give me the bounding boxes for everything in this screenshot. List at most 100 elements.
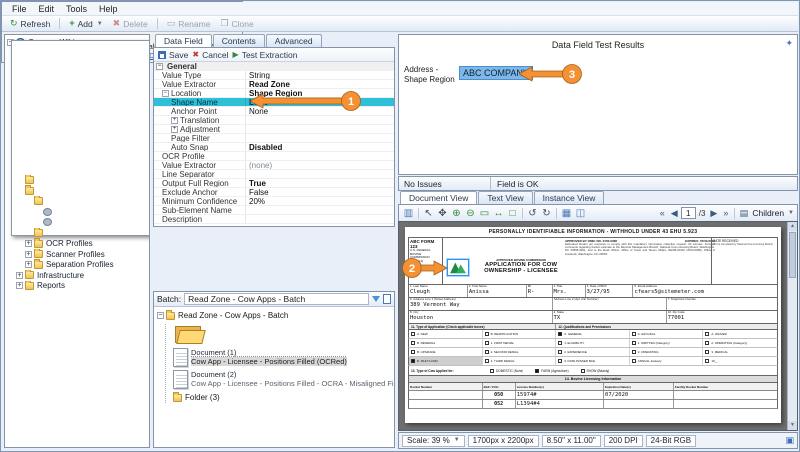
delete-button[interactable]: ✖Delete [109,18,152,30]
rotate-left-icon[interactable]: ↺ [526,206,539,221]
menu-edit[interactable]: Edit [33,3,61,15]
doc-title-2: OWNERSHIP - LICENSEE [473,268,569,274]
tree-expander-icon[interactable]: + [25,261,32,268]
document-page[interactable]: PERSONALLY IDENTIFIABLE INFORMATION - WI… [405,227,781,423]
batch-panel: Batch: Read Zone - Cow Apps - Batch −Rea… [153,291,395,448]
tree-expander-icon[interactable]: + [16,282,23,289]
form-field-7-telephone-number: 7. Telephone Number [667,298,777,310]
new-document-icon[interactable] [383,294,391,304]
tree-expander-icon[interactable]: + [25,251,32,258]
layout-panels-icon[interactable]: ▥ [402,206,415,221]
property-category-general[interactable]: −General [154,62,394,71]
split-view-icon[interactable]: ◫ [574,206,587,221]
tree-node-reports[interactable]: +Reports [5,281,149,292]
batch-selector[interactable]: Read Zone - Cow Apps - Batch [184,293,369,305]
property-row-translation[interactable]: +Translation [154,116,394,125]
vertical-scrollbar[interactable]: ▲ ▼ [787,222,797,430]
save-button[interactable]: Save [158,50,188,60]
batch-root-node[interactable]: −Read Zone - Cow Apps - Batch [157,310,394,321]
batch-expander-icon[interactable]: − [157,312,164,319]
fit-width-icon[interactable]: ↔ [492,206,505,221]
document-thumbnail-icon[interactable] [173,370,188,389]
zoom-in-icon[interactable]: ⊕ [450,206,463,221]
zoom-out-icon[interactable]: ⊖ [464,206,477,221]
property-row-line-separator[interactable]: Line Separator [154,170,394,179]
property-row-value-extractor[interactable]: Value Extractor(none) [154,161,394,170]
editor-tab-advanced[interactable]: Advanced [266,34,322,47]
checkbox-d-multi-com: D. MULTI-COM [409,357,483,365]
form-field-mi: MIR- [527,285,553,297]
folder-icon [34,250,43,258]
scroll-up-icon[interactable]: ▲ [788,222,797,231]
add-button[interactable]: +Add▼ [65,18,106,30]
property-expander-icon[interactable]: + [171,117,178,124]
property-expander-icon[interactable]: − [162,90,169,97]
batch-node-folder-3[interactable]: Folder (3) [173,392,394,403]
company-logo[interactable] [447,259,469,276]
callout-1: 1 [250,90,362,112]
thumbnails-icon[interactable]: ▦ [560,206,573,221]
document-viewer[interactable]: PERSONALLY IDENTIFIABLE INFORMATION - WI… [398,221,798,431]
batch-node-document-1[interactable]: Document (1)Cow App - Licensee - Positio… [173,348,394,367]
property-row-minimum-confidence[interactable]: Minimum Confidence20% [154,197,394,206]
property-row-sub-element-name[interactable]: Sub-Element Name [154,206,394,215]
property-row-value-extractor[interactable]: Value ExtractorRead Zone [154,80,394,89]
viewer-tab-text-view[interactable]: Text View [478,191,532,204]
scrollbar-thumb[interactable] [789,232,796,278]
property-row-auto-snap[interactable]: Auto SnapDisabled [154,143,394,152]
viewer-tab-instance-view[interactable]: Instance View [534,191,605,204]
test-results-panel: Data Field Test Results Address - Shape … [398,34,798,175]
last-page-icon[interactable]: » [720,208,731,218]
property-row-page-filter[interactable]: Page Filter [154,134,394,143]
tree-node-cow-application[interactable]: +Cow Application [5,164,149,175]
tree-expander-icon[interactable]: + [16,272,23,279]
property-row-exclude-anchor[interactable]: Exclude AnchorFalse [154,188,394,197]
menu-tools[interactable]: Tools [60,3,93,15]
property-row-description[interactable]: Description [154,215,394,224]
property-expander-icon[interactable]: + [171,126,178,133]
clone-button[interactable]: ❐Clone [216,18,257,30]
grid-icon[interactable]: ▣ [785,435,794,446]
previous-page-icon[interactable]: ◀ [669,208,680,219]
test-extraction-button[interactable]: ▶Test Extraction [233,50,298,60]
property-row-output-full-region[interactable]: Output Full RegionTrue [154,179,394,188]
next-page-icon[interactable]: ▶ [708,208,719,219]
refresh-button[interactable]: ↻Refresh [6,18,54,30]
tree-node-separation-profiles[interactable]: +Separation Profiles [5,259,149,270]
tree-node-scanner-profiles[interactable]: +Scanner Profiles [5,249,149,260]
zoom-level-cell[interactable]: Scale: 39 %▼ [402,435,465,447]
children-view-icon[interactable]: ▤ [738,208,749,219]
editor-tab-contents[interactable]: Contents [213,34,265,47]
first-page-icon[interactable]: « [657,208,668,218]
document-thumbnail-icon[interactable] [173,348,188,367]
pan-icon[interactable]: ✥ [436,206,449,221]
cancel-button[interactable]: ✖Cancel [192,50,228,60]
select-arrow-icon[interactable]: ↖ [422,206,435,221]
page-number-input[interactable]: 1 [681,207,696,219]
zoom-select-icon[interactable]: ▭ [478,206,491,221]
rotate-right-icon[interactable]: ↻ [540,206,553,221]
viewer-tab-document-view[interactable]: Document View [400,191,477,204]
editor-tab-data-field[interactable]: Data Field [155,34,212,47]
property-row-adjustment[interactable]: +Adjustment [154,125,394,134]
tree-node-ocr-profiles[interactable]: +OCR Profiles [5,238,149,249]
menu-help[interactable]: Help [93,3,124,15]
batch-node-document-2[interactable]: Document (2)Cow App - Licensee - Positio… [173,370,394,389]
tree-node-infrastructure[interactable]: +Infrastructure [5,270,149,281]
menu-file[interactable]: File [6,3,33,15]
open-folder-icon[interactable] [175,324,203,344]
grooper-window: FileEditToolsHelp ↻Refresh +Add▼ ✖Delete… [0,0,800,452]
license-col-expiration-date-s: Expiration Date(s) [604,383,674,390]
panel-menu-icon[interactable]: ✦ [785,38,793,49]
tree-expander-icon[interactable]: + [25,240,32,247]
form-field-4-date-of-birth: 4. Date of Birth3/27/95 [586,285,634,297]
category-expander-icon[interactable]: − [156,63,163,70]
scroll-down-icon[interactable]: ▼ [788,421,797,430]
chevron-down-icon[interactable]: ▼ [788,210,794,216]
property-row-ocr-profile[interactable]: OCR Profile [154,152,394,161]
rename-button[interactable]: ▭Rename [163,18,215,30]
property-row-value-type[interactable]: Value TypeString [154,71,394,80]
fit-page-icon[interactable]: □ [506,206,519,221]
filter-icon[interactable] [372,296,380,302]
checkbox-icon [558,332,562,336]
